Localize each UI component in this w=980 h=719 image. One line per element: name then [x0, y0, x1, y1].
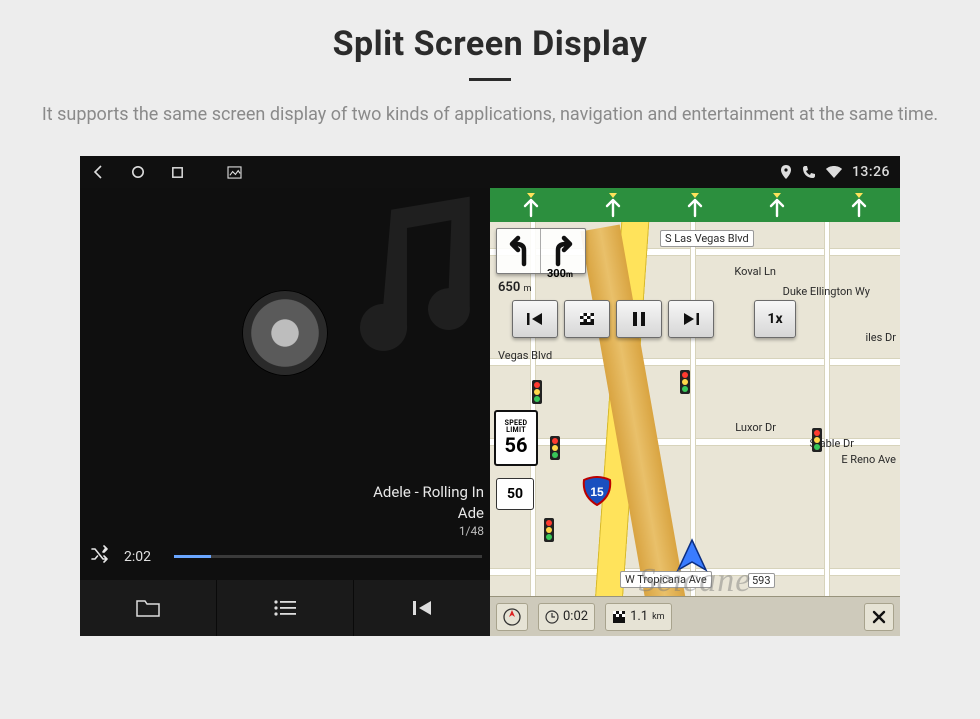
- lane-arrow-4: [736, 188, 818, 222]
- sim-pause-button[interactable]: [616, 300, 662, 338]
- traffic-light-icon: [532, 380, 542, 404]
- shuffle-icon[interactable]: [88, 545, 114, 568]
- close-nav-button[interactable]: [864, 603, 894, 631]
- clock-text: 13:26: [852, 164, 890, 180]
- music-bottom-bar: [80, 580, 490, 636]
- title-underline: [469, 78, 511, 81]
- song-title-line1: Adele - Rolling In: [80, 482, 484, 502]
- song-meta: Adele - Rolling In Ade 1/48: [80, 478, 490, 541]
- record-icon[interactable]: [242, 290, 328, 376]
- lane-arrow-2: [572, 188, 654, 222]
- playlist-button[interactable]: [217, 580, 354, 636]
- street-label-miles: iles Dr: [861, 330, 900, 345]
- track-index: 1/48: [80, 523, 484, 539]
- navigation-panel: S Las Vegas Blvd Koval Ln Duke Ellington…: [490, 188, 900, 636]
- traffic-light-icon: [812, 428, 822, 452]
- street-label-reno: E Reno Ave: [837, 452, 900, 467]
- page: Split Screen Display It supports the sam…: [0, 0, 980, 719]
- back-icon[interactable]: [90, 164, 106, 180]
- traffic-light-icon: [550, 436, 560, 460]
- street-label-duke: Duke Ellington Wy: [779, 284, 874, 299]
- street-label-top: S Las Vegas Blvd: [660, 230, 754, 247]
- lane-arrow-5: [818, 188, 900, 222]
- highway-shield: 50: [496, 478, 534, 510]
- current-position-icon: [672, 536, 712, 580]
- sim-next-button[interactable]: [668, 300, 714, 338]
- lane-guidance-bar: [490, 188, 900, 222]
- interstate-shield: 15: [582, 476, 612, 510]
- status-bar: 13:26: [80, 156, 900, 188]
- android-nav-icons: [90, 164, 242, 180]
- page-title: Split Screen Display: [333, 24, 648, 64]
- compass-button[interactable]: [496, 603, 528, 631]
- home-icon[interactable]: [130, 164, 146, 180]
- speed-limit-value: 56: [505, 434, 528, 456]
- turn-distance-unit: m: [566, 270, 573, 279]
- trip-timer-value: 0:02: [563, 609, 588, 624]
- image-icon[interactable]: [227, 166, 242, 179]
- sim-prev-button[interactable]: [512, 300, 558, 338]
- status-right: 13:26: [780, 164, 890, 180]
- street-num-593: 593: [748, 573, 775, 588]
- turn-right-icon: 300m: [541, 229, 585, 273]
- lane-arrow-1: [490, 188, 572, 222]
- progress-bar[interactable]: [174, 555, 482, 558]
- nav-bottom-bar: 0:02 1.1 km: [490, 596, 900, 636]
- album-area: [80, 188, 490, 478]
- song-title-line2: Ade: [80, 503, 484, 523]
- turn-distance: 300: [547, 267, 566, 280]
- svg-text:15: 15: [590, 485, 604, 499]
- traffic-light-icon: [544, 518, 554, 542]
- phone-icon: [802, 165, 816, 179]
- sim-destination-button[interactable]: [564, 300, 610, 338]
- location-icon: [780, 165, 792, 179]
- folder-button[interactable]: [80, 580, 217, 636]
- device-screen: 13:26 Adele - Rolling In Ade 1/48: [80, 156, 900, 636]
- progress-row: 2:02: [80, 541, 490, 580]
- wifi-icon: [826, 166, 842, 179]
- street-label-koval: Koval Ln: [730, 264, 780, 279]
- trip-time[interactable]: 0:02: [538, 603, 595, 631]
- trip-distance[interactable]: 1.1 km: [605, 603, 672, 631]
- lane-arrow-3: [654, 188, 736, 222]
- trip-distance-unit: km: [652, 612, 664, 622]
- turn-left-icon: [497, 229, 541, 273]
- sim-controls: 1x: [512, 300, 796, 338]
- turn-panel: 300m: [496, 228, 586, 274]
- elapsed-time: 2:02: [124, 549, 164, 565]
- page-subtitle: It supports the same screen display of t…: [42, 101, 938, 128]
- recent-apps-icon[interactable]: [170, 165, 185, 180]
- sim-speed-button[interactable]: 1x: [754, 300, 796, 338]
- music-note-icon: [340, 194, 500, 368]
- previous-track-button[interactable]: [354, 580, 490, 636]
- music-panel: Adele - Rolling In Ade 1/48 2:02: [80, 188, 490, 636]
- speed-limit-sign: SPEED LIMIT 56: [494, 410, 538, 466]
- next-turn-distance: 650 m: [498, 280, 531, 295]
- traffic-light-icon: [680, 370, 690, 394]
- street-label-luxor: Luxor Dr: [731, 420, 780, 435]
- trip-distance-value: 1.1: [630, 609, 648, 624]
- street-label-vegas: Vegas Blvd: [494, 348, 556, 363]
